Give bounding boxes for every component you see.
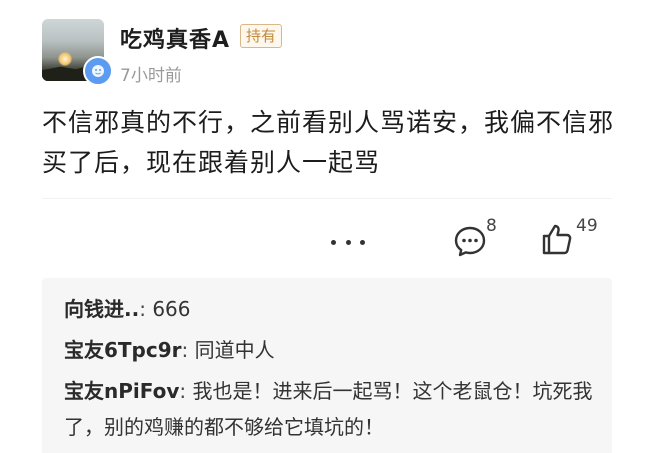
reply-author[interactable]: 宝友6Tpc9r [64, 338, 182, 362]
divider [42, 198, 612, 199]
like-count: 49 [576, 216, 598, 236]
dot [331, 239, 336, 245]
sun-graphic [58, 52, 72, 66]
comment-count: 8 [486, 216, 497, 236]
reply-author[interactable]: 宝友nPiFov [64, 379, 179, 403]
reply-author[interactable]: 向钱进.. [64, 297, 139, 321]
more-dots-icon[interactable] [331, 234, 365, 250]
reply-list: 向钱进..: 666 宝友6Tpc9r: 同道中人 宝友nPiFov: 我也是！… [42, 278, 612, 453]
post-timestamp: 7小时前 [120, 66, 182, 86]
dot [360, 239, 365, 245]
dot [345, 239, 351, 245]
reply-text: 666 [152, 297, 191, 321]
reply-separator: : [179, 379, 187, 403]
post-content: 不信邪真的不行，之前看别人骂诺安，我偏不信邪买了后，现在跟着别人一起骂 [42, 108, 615, 177]
reply-separator: : [181, 338, 189, 362]
list-item[interactable]: 宝友nPiFov: 我也是！进来后一起骂！这个老鼠仓！坑死我了，别的鸡赚的都不够… [64, 373, 604, 445]
author-name[interactable]: 吃鸡真香A [120, 22, 230, 54]
holding-tag: 持有 [240, 24, 283, 48]
badge-face-icon [92, 65, 104, 77]
list-item[interactable]: 向钱进..: 666 [64, 291, 604, 327]
reply-text: 同道中人 [194, 338, 275, 362]
thumbs-up-icon[interactable] [540, 222, 574, 256]
post-card: 吃鸡真香A 持有 7小时前 不信邪真的不行，之前看别人骂诺安，我偏不信邪买了后，… [0, 0, 650, 453]
reply-separator: : [139, 297, 146, 321]
fund-badge-icon [83, 56, 113, 86]
list-item[interactable]: 宝友6Tpc9r: 同道中人 [64, 332, 604, 368]
comment-bubble-icon[interactable] [453, 224, 487, 258]
